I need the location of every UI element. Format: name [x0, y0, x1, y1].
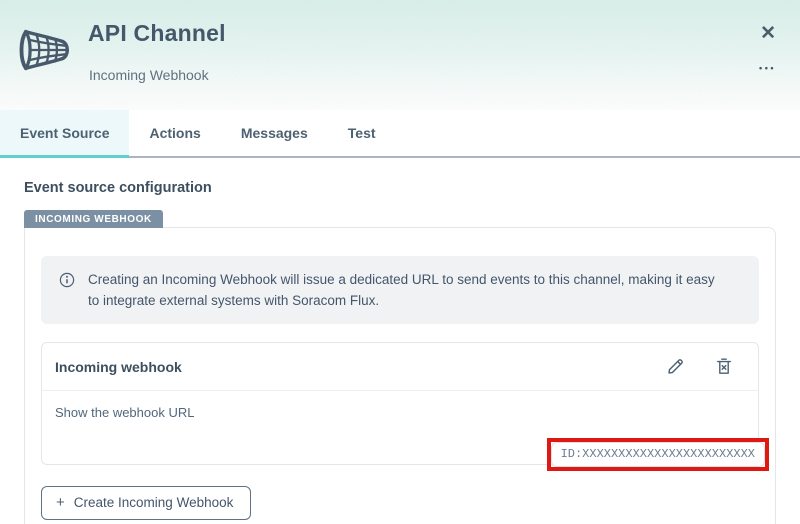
- delete-trash-icon[interactable]: [714, 356, 734, 377]
- info-alert-text: Creating an Incoming Webhook will issue …: [88, 272, 715, 308]
- info-alert: Creating an Incoming Webhook will issue …: [41, 256, 759, 324]
- card-title: Incoming webhook: [55, 358, 182, 375]
- incoming-webhook-card: Incoming webhook Show the webhook URL ID…: [41, 342, 769, 471]
- ellipsis-menu-icon[interactable]: •••: [759, 63, 776, 73]
- tab-actions[interactable]: Actions: [129, 110, 220, 158]
- show-webhook-url-link[interactable]: Show the webhook URL: [55, 405, 194, 420]
- event-source-box: Creating an Incoming Webhook will issue …: [24, 227, 776, 524]
- api-channel-icon: [19, 29, 70, 71]
- page-title: API Channel: [88, 20, 226, 46]
- panel-header: API Channel Incoming Webhook ✕ •••: [0, 0, 800, 110]
- plus-icon: +: [56, 494, 65, 511]
- header-texture: [0, 0, 800, 110]
- section-title: Event source configuration: [24, 180, 212, 196]
- tab-messages[interactable]: Messages: [221, 110, 328, 158]
- page-subtitle: Incoming Webhook: [89, 67, 209, 83]
- incoming-webhook-badge: INCOMING WEBHOOK: [24, 210, 163, 228]
- webhook-id-value[interactable]: ID:XXXXXXXXXXXXXXXXXXXXXXXX: [550, 442, 765, 467]
- tab-event-source[interactable]: Event Source: [0, 110, 130, 158]
- create-button-label: Create Incoming Webhook: [73, 495, 234, 510]
- tab-test[interactable]: Test: [328, 110, 396, 158]
- edit-pencil-icon[interactable]: [666, 357, 685, 376]
- main-content: Event source configuration INCOMING WEBH…: [0, 158, 800, 524]
- tab-bar: Event Source Actions Messages Test: [0, 110, 800, 158]
- info-icon: [59, 272, 75, 288]
- annotation-highlight-box: ID:XXXXXXXXXXXXXXXXXXXXXXXX: [546, 438, 769, 471]
- close-icon[interactable]: ✕: [760, 24, 776, 43]
- create-incoming-webhook-button[interactable]: + Create Incoming Webhook: [41, 486, 252, 520]
- api-channel-panel: API Channel Incoming Webhook ✕ ••• Event…: [0, 0, 800, 524]
